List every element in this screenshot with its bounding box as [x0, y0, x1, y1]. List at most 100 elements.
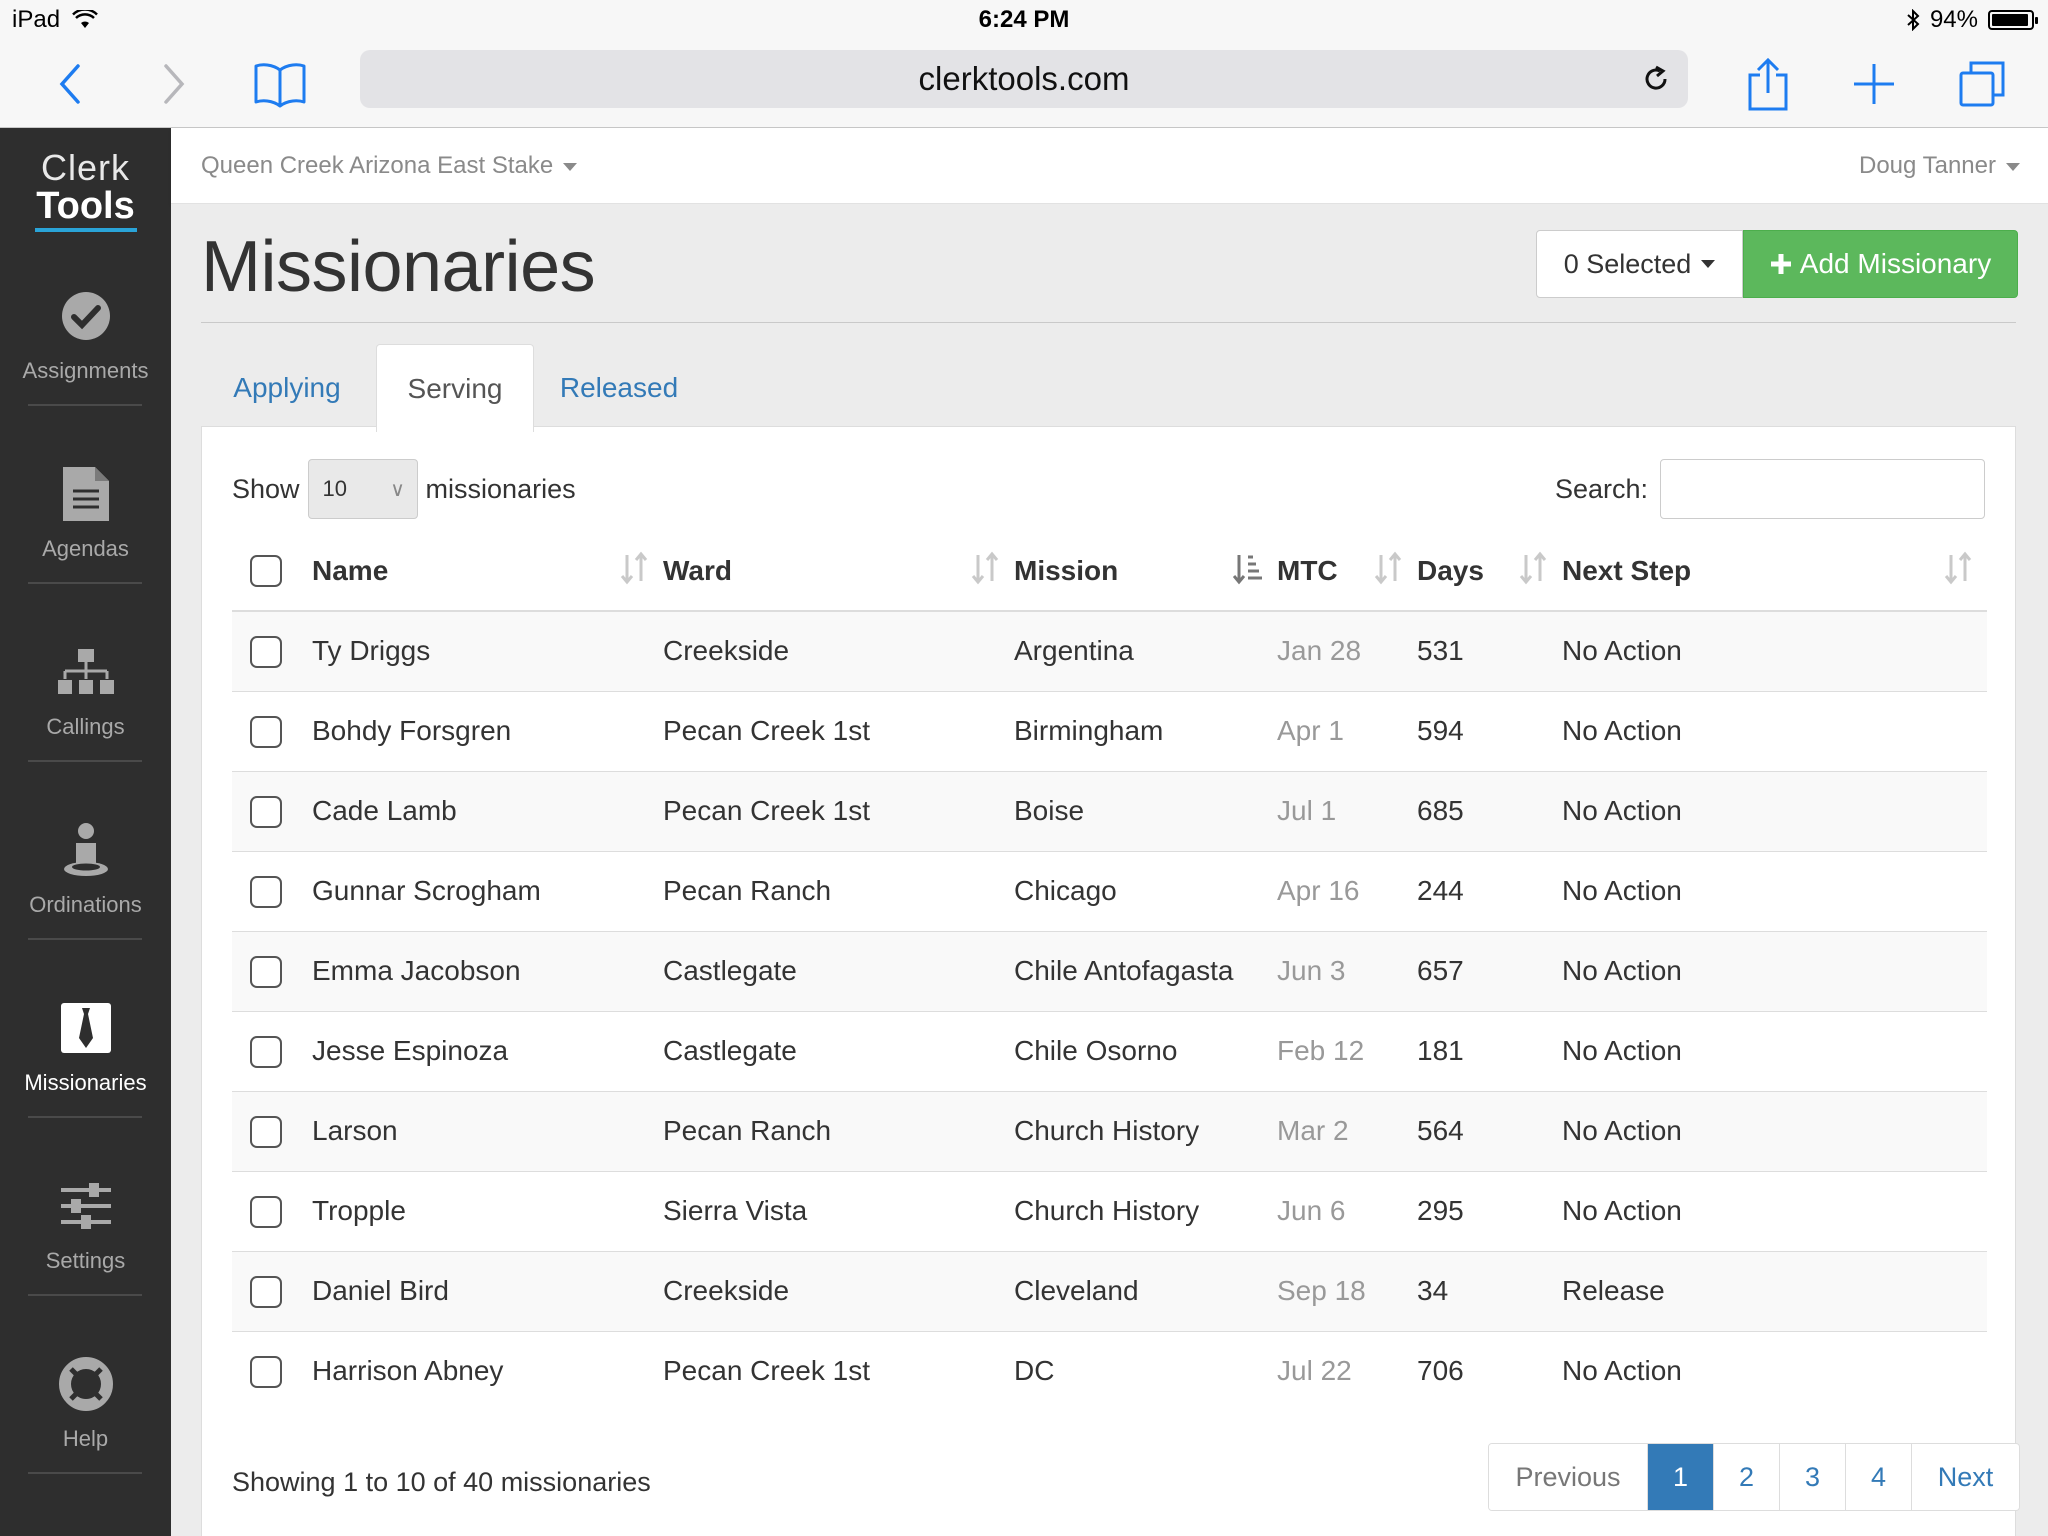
tabs-button[interactable]: [1950, 52, 2014, 116]
table-info: Showing 1 to 10 of 40 missionaries: [232, 1467, 651, 1497]
share-button[interactable]: [1736, 52, 1800, 116]
table-row[interactable]: Daniel Bird Creekside Cleveland Sep 18 3…: [232, 1250, 1987, 1331]
stake-dropdown[interactable]: Queen Creek Arizona East Stake: [201, 152, 578, 180]
row-checkbox[interactable]: [250, 1356, 282, 1389]
pagination-page-1[interactable]: 1: [1647, 1444, 1713, 1510]
table-row[interactable]: Jesse Espinoza Castlegate Chile Osorno F…: [232, 1010, 1987, 1091]
table-row[interactable]: Larson Pecan Ranch Church History Mar 2 …: [232, 1090, 1987, 1171]
row-checkbox[interactable]: [250, 795, 282, 828]
app-logo[interactable]: Clerk Tools: [0, 150, 171, 232]
tab-serving[interactable]: Serving: [376, 344, 534, 432]
column-header-days[interactable]: Days: [1417, 531, 1562, 612]
cell-next-step: No Action: [1562, 610, 1987, 691]
check-circle-icon: [56, 286, 116, 346]
back-button[interactable]: [38, 52, 102, 116]
table-row[interactable]: Gunnar Scrogham Pecan Ranch Chicago Apr …: [232, 850, 1987, 931]
column-header-next-step[interactable]: Next Step: [1562, 531, 1987, 612]
cell-days: 564: [1417, 1090, 1562, 1171]
table-header-row: Name Ward Mission MTC Days Next Step: [232, 531, 1987, 612]
new-tab-button[interactable]: [1842, 52, 1906, 116]
cell-mission: Church History: [1014, 1170, 1277, 1251]
row-checkbox[interactable]: [250, 1035, 282, 1068]
cell-name: Jesse Espinoza: [312, 1010, 663, 1091]
cell-ward: Creekside: [663, 1250, 1014, 1331]
cell-next-step: No Action: [1562, 770, 1987, 851]
column-label: Days: [1417, 554, 1484, 586]
sidebar-item-assignments[interactable]: Assignments: [0, 246, 171, 424]
column-header-name[interactable]: Name: [312, 531, 663, 612]
table-row[interactable]: Bohdy Forsgren Pecan Creek 1st Birmingha…: [232, 690, 1987, 771]
reload-button[interactable]: [1636, 59, 1676, 99]
cell-days: 295: [1417, 1170, 1562, 1251]
cell-name: Emma Jacobson: [312, 930, 663, 1011]
table-row[interactable]: Tropple Sierra Vista Church History Jun …: [232, 1170, 1987, 1251]
column-header-mission[interactable]: Mission: [1014, 531, 1277, 612]
browser-toolbar: clerktools.com: [0, 42, 2048, 128]
table-row[interactable]: Harrison Abney Pecan Creek 1st DC Jul 22…: [232, 1330, 1987, 1411]
column-header-mtc[interactable]: MTC: [1277, 531, 1417, 612]
caret-down-icon: [2006, 162, 2020, 171]
missionaries-panel: Show 10 ∨ missionaries Search: Name Ward: [201, 426, 2020, 1536]
row-checkbox[interactable]: [250, 875, 282, 908]
cell-next-step: No Action: [1562, 930, 1987, 1011]
pagination-page-2[interactable]: 2: [1713, 1444, 1779, 1510]
sidebar-item-help[interactable]: Help: [0, 1314, 171, 1492]
sidebar-item-missionaries[interactable]: Missionaries: [0, 958, 171, 1136]
sidebar-divider: [28, 1472, 142, 1474]
select-all-checkbox[interactable]: [250, 555, 282, 588]
row-checkbox[interactable]: [250, 636, 282, 669]
pagination-page-4[interactable]: 4: [1845, 1444, 1911, 1510]
pagination-next[interactable]: Next: [1911, 1444, 2019, 1510]
lifebuoy-icon: [56, 1354, 116, 1414]
sidebar-item-ordinations[interactable]: Ordinations: [0, 780, 171, 958]
cell-next-step: No Action: [1562, 690, 1987, 771]
pagination-previous[interactable]: Previous: [1489, 1444, 1647, 1510]
tie-icon: [56, 998, 116, 1058]
cell-name: Harrison Abney: [312, 1330, 663, 1411]
sidebar-item-settings[interactable]: Settings: [0, 1136, 171, 1314]
search-input[interactable]: [1660, 459, 1985, 519]
sidebar-divider: [28, 404, 142, 406]
table-row[interactable]: Emma Jacobson Castlegate Chile Antofagas…: [232, 930, 1987, 1011]
tab-applying[interactable]: Applying: [201, 344, 373, 432]
select-all-header: [232, 531, 312, 612]
sidebar-item-callings[interactable]: Callings: [0, 602, 171, 780]
cell-mission: Chicago: [1014, 850, 1277, 931]
row-checkbox[interactable]: [250, 1275, 282, 1308]
row-checkbox[interactable]: [250, 955, 282, 988]
sidebar-divider: [28, 582, 142, 584]
row-checkbox[interactable]: [250, 715, 282, 748]
sidebar-item-agendas[interactable]: Agendas: [0, 424, 171, 602]
selected-dropdown-button[interactable]: 0 Selected: [1536, 230, 1743, 298]
pagination-page-3[interactable]: 3: [1779, 1444, 1845, 1510]
battery-fill: [1992, 14, 2028, 26]
address-bar[interactable]: clerktools.com: [360, 50, 1688, 108]
chevron-left-icon: [59, 64, 80, 104]
forward-button[interactable]: [142, 52, 206, 116]
missionaries-table: Name Ward Mission MTC Days Next Step Ty …: [232, 531, 1987, 1411]
sidebar-divider: [28, 1116, 142, 1118]
sort-ascending-icon: [1233, 555, 1262, 585]
cell-mission: Cleveland: [1014, 1250, 1277, 1331]
book-icon: [254, 63, 306, 108]
logo-underline: [34, 228, 137, 232]
cell-mission: DC: [1014, 1330, 1277, 1411]
cell-ward: Creekside: [663, 610, 1014, 691]
add-missionary-button[interactable]: Add Missionary: [1743, 230, 2018, 298]
tab-released[interactable]: Released: [539, 344, 699, 432]
table-row[interactable]: Cade Lamb Pecan Creek 1st Boise Jul 1 68…: [232, 770, 1987, 851]
user-dropdown[interactable]: Doug Tanner: [1859, 152, 2020, 180]
cell-name: Tropple: [312, 1170, 663, 1251]
column-header-ward[interactable]: Ward: [663, 531, 1014, 612]
table-row[interactable]: Ty Driggs Creekside Argentina Jan 28 531…: [232, 610, 1987, 691]
url-text: clerktools.com: [918, 60, 1130, 97]
cell-days: 685: [1417, 770, 1562, 851]
row-checkbox[interactable]: [250, 1195, 282, 1228]
show-suffix: missionaries: [425, 473, 576, 504]
cell-days: 181: [1417, 1010, 1562, 1091]
sidebar-divider: [28, 938, 142, 940]
bookmarks-button[interactable]: [248, 52, 312, 116]
page-length-select[interactable]: 10 ∨: [307, 459, 418, 519]
row-checkbox[interactable]: [250, 1115, 282, 1148]
battery-icon: [1988, 10, 2038, 30]
